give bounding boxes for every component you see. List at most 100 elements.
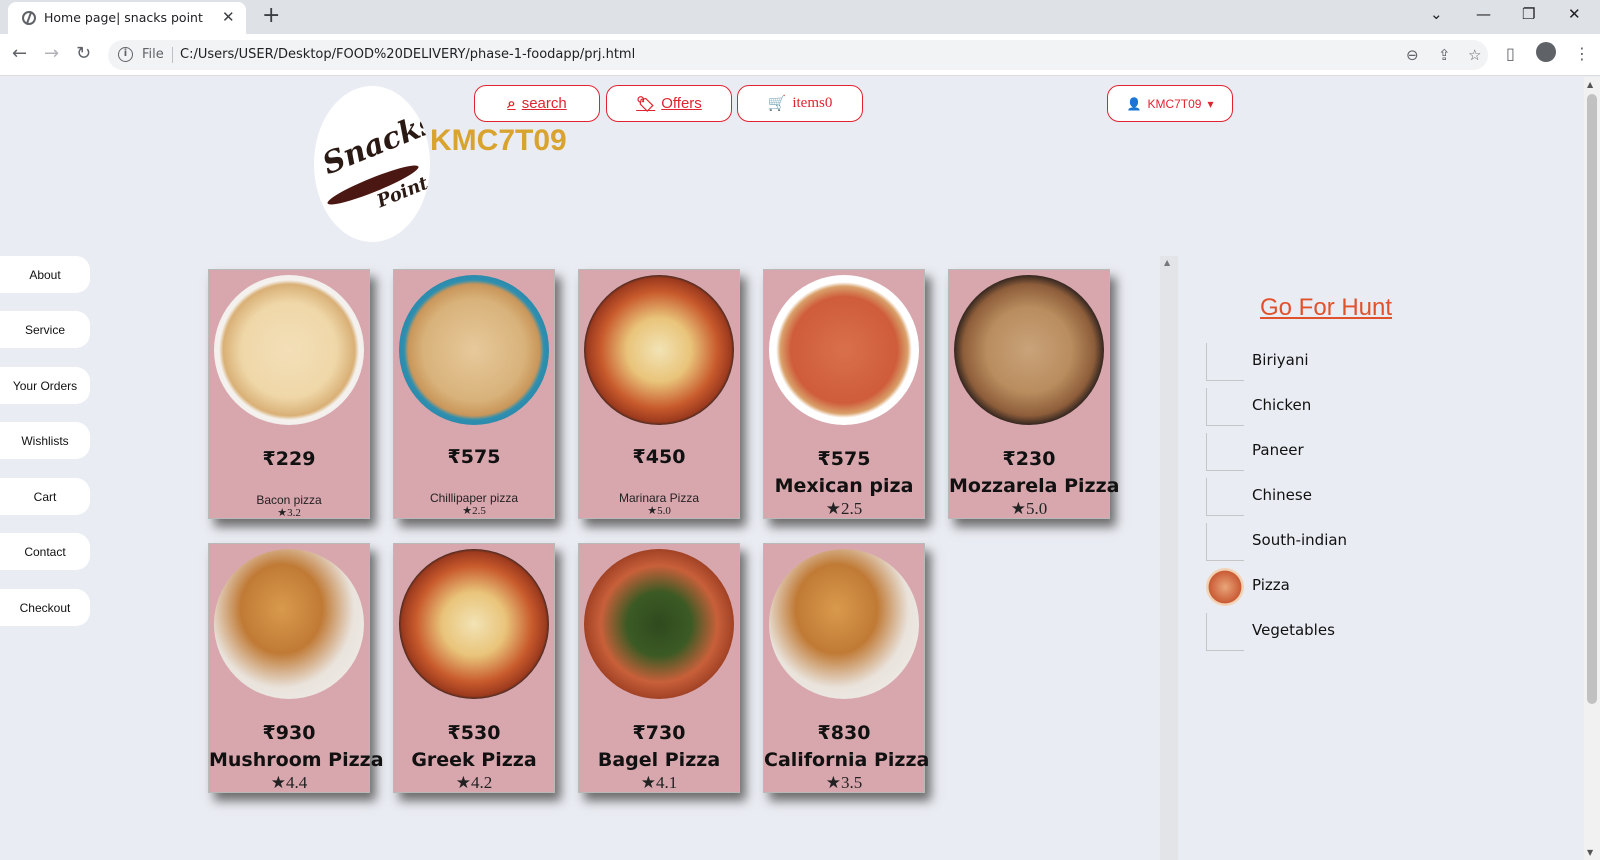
star-icon: ★ [277, 507, 288, 519]
category-label: Biriyani [1252, 351, 1309, 369]
product-price: ₹730 [632, 722, 686, 744]
category-item-paneer[interactable]: Paneer [1206, 430, 1426, 471]
category-label: Pizza [1252, 576, 1290, 594]
tab-search-icon[interactable]: ⌄ [1430, 5, 1443, 23]
category-label: South-indian [1252, 531, 1348, 549]
back-icon[interactable]: ← [12, 43, 27, 64]
product-name: Mexican piza [774, 475, 914, 497]
product-price: ₹230 [1002, 448, 1056, 470]
sidebar-item-cart[interactable]: Cart [0, 478, 90, 515]
reload-icon[interactable]: ↻ [76, 43, 91, 64]
south-indian-image-icon [1206, 523, 1244, 561]
product-rating: ★4.1 [640, 773, 678, 792]
offers-label: Offers [661, 95, 702, 112]
search-button[interactable]: ⌕ search [474, 85, 600, 122]
product-card[interactable]: ₹229 Bacon pizza ★3.2 [208, 269, 370, 519]
offers-button[interactable]: 🏷 Offers [606, 85, 732, 122]
minimize-icon[interactable]: — [1476, 5, 1491, 23]
new-tab-icon[interactable]: + [262, 3, 280, 28]
share-icon[interactable]: ⇪ [1438, 46, 1451, 64]
omnibox[interactable]: i File C:/Users/USER/Desktop/FOOD%20DELI… [108, 40, 1488, 70]
product-price: ₹930 [262, 722, 316, 744]
info-icon[interactable]: i [118, 47, 133, 62]
sidebar-item-service[interactable]: Service [0, 311, 90, 348]
product-card[interactable]: ₹530 Greek Pizza ★4.2 [393, 543, 555, 793]
browser-tab[interactable]: Home page| snacks point ✕ [8, 2, 246, 34]
content-divider-scrollbar[interactable] [1160, 256, 1178, 860]
product-rating: ★2.5 [462, 505, 486, 517]
product-card[interactable]: ₹830 California Pizza ★3.5 [763, 543, 929, 793]
category-item-south-indian[interactable]: South-indian [1206, 520, 1426, 561]
california-pizza-image [769, 549, 919, 699]
side-panel-icon[interactable]: ▯ [1506, 44, 1515, 63]
product-card[interactable]: ₹230 Mozzarela Pizza ★5.0 [948, 269, 1119, 519]
product-rating: ★5.0 [647, 505, 671, 517]
bagel-pizza-image [584, 549, 734, 699]
brand-name: KMC7T09 [430, 124, 567, 157]
mexican-piza-image [769, 275, 919, 425]
scroll-down-icon[interactable]: ▼ [1587, 848, 1593, 857]
paneer-image-icon [1206, 433, 1244, 471]
close-window-icon[interactable]: ✕ [1568, 5, 1581, 23]
user-icon: 👤 [1126, 96, 1142, 111]
globe-icon [22, 11, 36, 25]
product-name: Bagel Pizza [597, 749, 721, 771]
page-scrollbar-thumb[interactable] [1587, 94, 1597, 704]
product-price: ₹530 [447, 722, 501, 744]
sidebar-item-your-orders[interactable]: Your Orders [0, 367, 90, 404]
browser-tab-bar: Home page| snacks point ✕ + ⌄ — ❐ ✕ [0, 0, 1600, 34]
user-label: KMC7T09 [1147, 96, 1202, 111]
category-item-chicken[interactable]: Chicken [1206, 385, 1426, 426]
forward-icon[interactable]: → [44, 43, 59, 64]
product-rating: ★3.5 [825, 773, 863, 792]
zoom-icon[interactable]: ⊖ [1406, 46, 1419, 64]
profile-avatar-icon[interactable] [1536, 42, 1556, 62]
product-name: Chillipaper pizza [429, 491, 519, 505]
restore-icon[interactable]: ❐ [1522, 5, 1535, 23]
category-item-pizza[interactable]: Pizza [1206, 565, 1426, 606]
product-card[interactable]: ₹575 Chillipaper pizza ★2.5 [393, 269, 555, 519]
url-scheme-label: File [142, 47, 164, 62]
product-price: ₹830 [817, 722, 871, 744]
category-item-biriyani[interactable]: Biriyani [1206, 340, 1426, 381]
product-rating: ★3.2 [277, 507, 301, 519]
product-name: Mushroom Pizza [209, 749, 384, 771]
star-icon: ★ [825, 773, 841, 792]
category-label: Chinese [1252, 486, 1312, 504]
sidebar-item-checkout[interactable]: Checkout [0, 589, 90, 626]
greek-pizza-image [399, 549, 549, 699]
product-price: ₹575 [447, 446, 501, 468]
product-card[interactable]: ₹930 Mushroom Pizza ★4.4 [208, 543, 384, 793]
star-icon: ★ [1010, 499, 1026, 518]
product-card[interactable]: ₹575 Mexican piza ★2.5 [763, 269, 925, 519]
category-item-chinese[interactable]: Chinese [1206, 475, 1426, 516]
sidebar-item-contact[interactable]: Contact [0, 533, 90, 570]
product-card[interactable]: ₹730 Bagel Pizza ★4.1 [578, 543, 740, 793]
category-label: Chicken [1252, 396, 1312, 414]
scroll-up-icon[interactable]: ▲ [1587, 80, 1593, 89]
close-tab-icon[interactable]: ✕ [222, 8, 235, 26]
search-label: search [521, 95, 567, 112]
tags-icon: 🏷 [636, 95, 656, 113]
mushroom-pizza-image [214, 549, 364, 699]
chinese-image-icon [1206, 478, 1244, 516]
mozzarela-pizza-image [954, 275, 1104, 425]
product-card[interactable]: ₹450 Marinara Pizza ★5.0 [578, 269, 740, 519]
sidebar-item-wishlists[interactable]: Wishlists [0, 422, 90, 459]
pizza-image-icon [1206, 568, 1244, 606]
biriyani-image-icon [1206, 343, 1244, 381]
menu-dots-icon[interactable]: ⋮ [1574, 44, 1590, 63]
sidebar-item-about[interactable]: About [0, 256, 90, 293]
url-text[interactable]: C:/Users/USER/Desktop/FOOD%20DELIVERY/ph… [180, 47, 635, 62]
marinara-pizza-image [584, 275, 734, 425]
caret-down-icon: ▾ [1207, 96, 1214, 111]
scroll-up-arrow-icon[interactable]: ▲ [1164, 258, 1170, 267]
star-icon: ★ [825, 499, 841, 518]
bookmark-star-icon[interactable]: ☆ [1468, 46, 1481, 64]
star-icon: ★ [455, 773, 471, 792]
cart-button[interactable]: 🛒 items0 [737, 85, 863, 122]
go-for-hunt-title[interactable]: Go For Hunt [1260, 294, 1392, 322]
tab-title: Home page| snacks point [44, 10, 203, 25]
category-item-vegetables[interactable]: Vegetables [1206, 610, 1426, 651]
user-dropdown-button[interactable]: 👤 KMC7T09 ▾ [1107, 85, 1233, 122]
